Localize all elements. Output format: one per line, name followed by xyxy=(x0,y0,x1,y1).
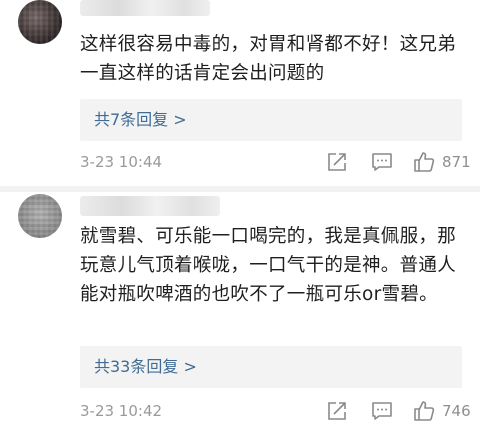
comment-footer: 3-23 10:42 746 xyxy=(80,399,471,423)
timestamp: 3-23 10:42 xyxy=(80,402,163,420)
like-count: 871 xyxy=(442,153,471,171)
avatar[interactable] xyxy=(18,194,62,238)
comment-text: 就雪碧、可乐能一口喝完的，我是真佩服，那玩意儿气顶着喉咙，一口气干的是神。普通人… xyxy=(80,226,457,305)
comment-icon[interactable] xyxy=(370,150,394,174)
thumbs-up-icon[interactable] xyxy=(412,399,436,423)
comment-item: 这样很容易中毒的，对胃和肾都不好！这兄弟一直这样的话肯定会出问题的 共7条回复 … xyxy=(0,0,480,186)
username-blurred[interactable] xyxy=(80,0,210,16)
view-replies-button[interactable]: 共7条回复 > xyxy=(80,99,462,141)
comment-icon[interactable] xyxy=(370,399,394,423)
like-count: 746 xyxy=(442,402,471,420)
comment-text: 这样很容易中毒的，对胃和肾都不好！这兄弟一直这样的话肯定会出问题的 xyxy=(80,34,457,84)
avatar[interactable] xyxy=(18,0,62,44)
comment-footer: 3-23 10:44 871 xyxy=(80,150,471,174)
view-replies-button[interactable]: 共33条回复 > xyxy=(80,346,462,388)
comment-item: 就雪碧、可乐能一口喝完的，我是真佩服，那玩意儿气顶着喉咙，一口气干的是神。普通人… xyxy=(0,192,480,431)
username-blurred[interactable] xyxy=(80,196,220,216)
timestamp: 3-23 10:44 xyxy=(80,153,163,171)
share-icon[interactable] xyxy=(325,399,349,423)
thumbs-up-icon[interactable] xyxy=(412,150,436,174)
share-icon[interactable] xyxy=(325,150,349,174)
